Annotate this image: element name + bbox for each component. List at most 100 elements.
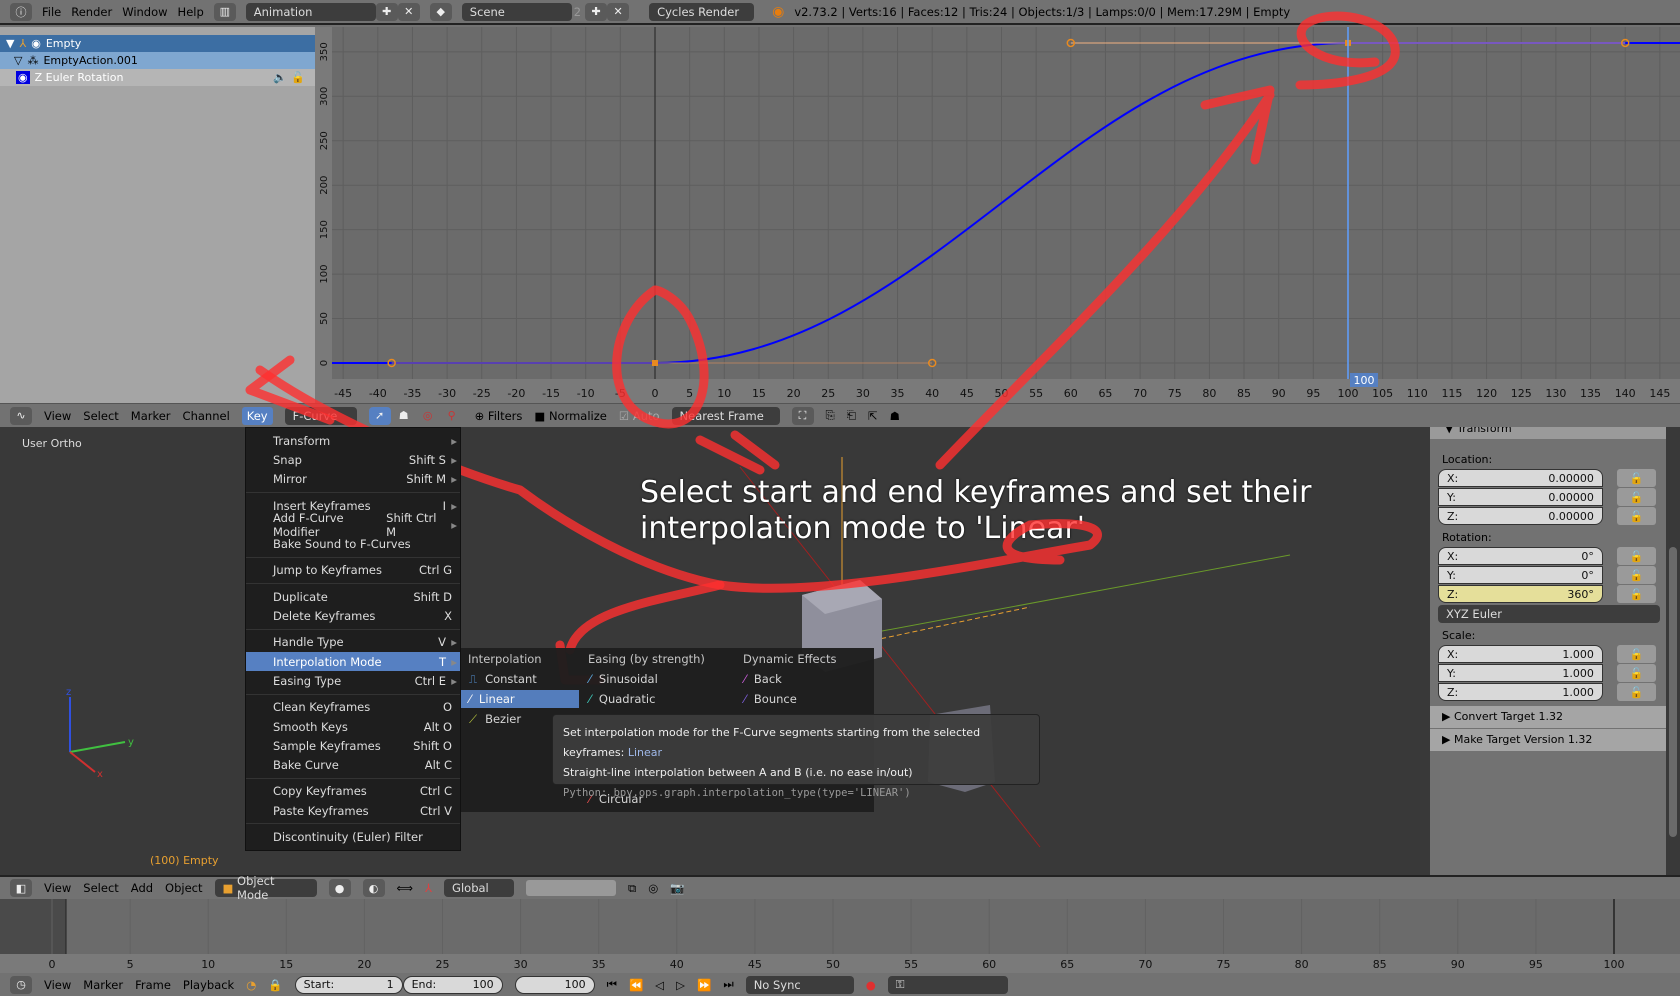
key-menu-item[interactable]: Copy Keyframes Ctrl C (246, 782, 460, 801)
lock-icon[interactable]: 🔓 (1616, 645, 1656, 663)
zoom-icon[interactable]: ⚲ (441, 407, 463, 425)
key-menu-item[interactable]: Paste Keyframes Ctrl V (246, 801, 460, 820)
start-frame-field[interactable]: Start: 1 (294, 975, 403, 994)
snap-icon[interactable]: ⧉ (628, 881, 636, 896)
key-menu-item[interactable]: Transform ▸ (246, 431, 460, 450)
mode-select[interactable]: ■ Object Mode (214, 874, 317, 902)
menu-channel[interactable]: Channel (183, 409, 230, 423)
expand-icon[interactable]: ▽ (14, 54, 22, 67)
lock-icon[interactable]: 🔓 (1616, 507, 1656, 525)
key-menu-item[interactable]: Handle Type V ▸ (246, 633, 460, 652)
menu-window[interactable]: Window (122, 5, 167, 19)
scene-icon[interactable]: ◆ (429, 2, 452, 21)
menu-help[interactable]: Help (178, 5, 204, 19)
paste-icon[interactable]: ⎗ (847, 408, 856, 423)
lock-icon[interactable]: 🔓 (1616, 488, 1656, 506)
channel-object[interactable]: ▼ ⅄ ◉ Empty (0, 35, 315, 52)
graph-editor-type-icon[interactable]: ∿ (10, 406, 32, 425)
copy-icon[interactable]: ⎘ (826, 408, 835, 423)
easing-quadratic[interactable]: ⁄ Quadratic (581, 690, 655, 708)
key-menu-item[interactable]: Clean Keyframes O (246, 698, 460, 717)
proportional-icon[interactable]: ◎ (648, 881, 658, 895)
keying-set-field[interactable]: ⚿ (887, 975, 1008, 994)
viewport-scrollbar[interactable] (1666, 427, 1680, 875)
add-screen-icon[interactable]: ✚ (375, 2, 398, 21)
menu-marker[interactable]: Marker (131, 409, 171, 423)
location-field[interactable]: Y: 0.00000 (1438, 488, 1603, 506)
visibility-icon[interactable]: ◉ (31, 37, 41, 50)
key-menu-item[interactable]: Discontinuity (Euler) Filter (246, 827, 460, 846)
menu-key[interactable]: Key (241, 406, 273, 425)
timeline-editor-type-icon[interactable]: ◷ (10, 975, 32, 994)
lock-icon[interactable]: 🔓 (1616, 469, 1656, 487)
jump-start-icon[interactable]: ⏮ (607, 977, 617, 992)
menu-object[interactable]: Object (165, 881, 202, 895)
key-menu-item[interactable]: Duplicate Shift D (246, 587, 460, 606)
lock-icon[interactable]: 🔓 (291, 71, 305, 84)
orientation-select[interactable]: Global (444, 879, 515, 897)
dynamic-bounce[interactable]: ⁄ Bounce (736, 690, 797, 708)
lock-icon[interactable]: 🔓 (1616, 664, 1656, 682)
menu-frame[interactable]: Frame (135, 978, 171, 992)
end-frame-field[interactable]: End: 100 (402, 975, 503, 994)
lock-icon[interactable]: 🔓 (1616, 547, 1656, 565)
delete-scene-icon[interactable]: ✕ (607, 2, 630, 21)
scene-field[interactable]: Scene (461, 2, 572, 21)
menu-render[interactable]: Render (71, 5, 112, 19)
transform-panel-header[interactable]: ▼ Transform (1430, 427, 1666, 439)
lock-icon[interactable]: 🔓 (1616, 585, 1656, 603)
scale-field[interactable]: Y: 1.000 (1438, 664, 1603, 682)
fcurve-visibility-icon[interactable]: ◉ (16, 71, 30, 84)
lock-icon[interactable]: 🔓 (1616, 566, 1656, 584)
pivot-point-icon[interactable]: ⛶ (791, 406, 814, 425)
timeline[interactable]: 0 5 10 15 20 25 30 35 40 45 50 55 60 65 70 75 80 85 90 95 10… (0, 899, 1680, 973)
location-field[interactable]: Z: 0.00000 (1438, 507, 1603, 525)
ghost-icon[interactable]: ☗ (393, 407, 415, 425)
menu-playback[interactable]: Playback (183, 978, 234, 992)
rotation-field[interactable]: X: 0° (1438, 547, 1603, 565)
menu-file[interactable]: File (42, 5, 61, 19)
filters-toggle[interactable]: ⊕ Filters (475, 409, 523, 423)
key-menu-item[interactable]: Smooth Keys Alt O (246, 717, 460, 736)
prev-keyframe-icon[interactable]: ⏪ (629, 978, 643, 992)
current-frame-field[interactable]: 100 (514, 975, 595, 994)
menu-view[interactable]: View (44, 409, 71, 423)
render-icon[interactable]: 📷 (670, 881, 684, 895)
paste-flipped-icon[interactable]: ⇱ (868, 409, 878, 423)
pivot-icon[interactable]: ◎ (417, 407, 439, 425)
play-icon[interactable]: ▷ (676, 978, 685, 992)
screen-layout-icon[interactable]: ▥ (213, 2, 236, 21)
render-engine-select[interactable]: Cycles Render (649, 2, 755, 21)
easing-sinusoidal[interactable]: ⁄ Sinusoidal (581, 670, 658, 688)
sync-select[interactable]: No Sync (745, 975, 854, 994)
mode-select[interactable]: F-Curve (284, 406, 357, 425)
key-menu-item[interactable]: Sample Keyframes Shift O (246, 736, 460, 755)
menu-add[interactable]: Add (131, 881, 153, 895)
menu-view[interactable]: View (44, 978, 71, 992)
rotation-mode-select[interactable]: XYZ Euler (1438, 605, 1660, 623)
graph-editor[interactable]: 0 50 100 150 200 250 300 350 -45 -40 -35 -30 -25 -20-… (315, 27, 1680, 403)
graph-canvas[interactable]: 050100150200250300350-45 -40 -35 -30 -25 -20-… (315, 27, 1680, 403)
ghost-curves-icon[interactable]: ☗ (890, 409, 900, 423)
viewport-shading-icon[interactable]: ● (328, 879, 351, 897)
location-field[interactable]: X: 0.00000 (1438, 469, 1603, 487)
key-menu-item[interactable]: Bake Curve Alt C (246, 755, 460, 774)
jump-end-icon[interactable]: ⏭ (723, 977, 733, 992)
preview-range-icon[interactable]: ◔ (246, 978, 256, 992)
channel-action[interactable]: ▽ ⁂ EmptyAction.001 (0, 52, 315, 69)
3d-editor-type-icon[interactable]: ◧ (10, 879, 32, 897)
make-target-panel[interactable]: ▶ Make Target Version 1.32 (1430, 729, 1666, 751)
rotation-field[interactable]: Z: 360° (1438, 585, 1603, 603)
channel-fcurve[interactable]: ◉ Z Euler Rotation 🔈 🔓 (0, 69, 315, 86)
play-reverse-icon[interactable]: ◁ (655, 978, 664, 992)
interp-constant[interactable]: ⎍ Constant (461, 670, 579, 688)
menu-select[interactable]: Select (83, 409, 118, 423)
info-editor-icon[interactable]: ⓘ (10, 2, 32, 21)
lock-icon[interactable]: 🔓 (1616, 683, 1656, 701)
dynamic-back[interactable]: ⁄ Back (736, 670, 782, 688)
next-keyframe-icon[interactable]: ⏩ (697, 978, 711, 992)
rotation-field[interactable]: Y: 0° (1438, 566, 1603, 584)
delete-screen-icon[interactable]: ✕ (397, 2, 420, 21)
menu-select[interactable]: Select (83, 881, 118, 895)
key-menu-item[interactable]: Snap Shift S ▸ (246, 450, 460, 469)
